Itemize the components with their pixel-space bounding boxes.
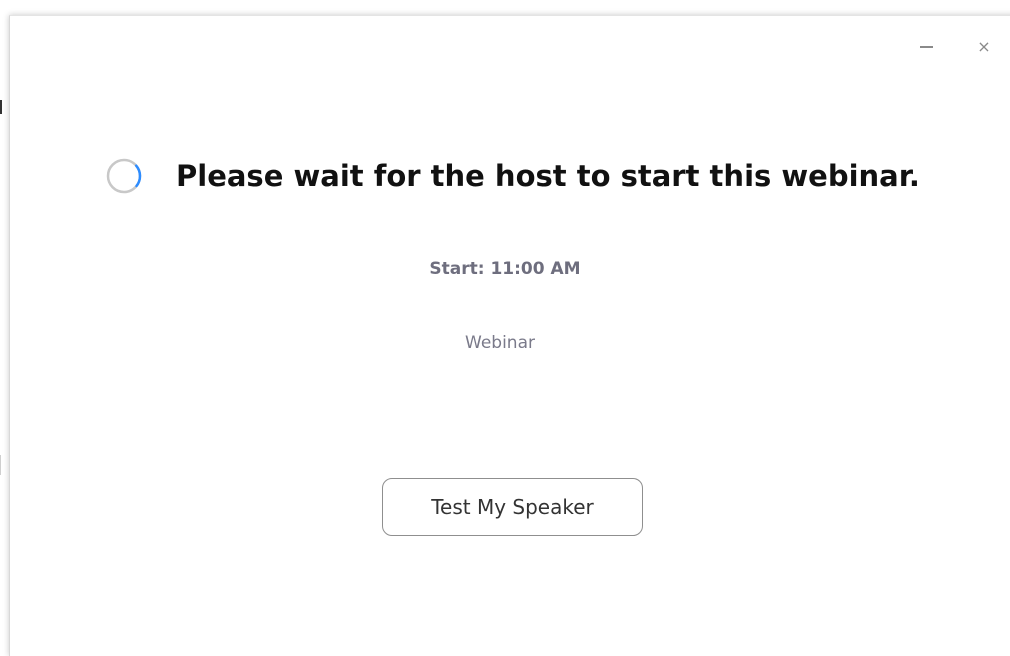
- waiting-heading: Please wait for the host to start this w…: [176, 159, 920, 193]
- waiting-message-row: Please wait for the host to start this w…: [106, 158, 920, 194]
- minimize-button[interactable]: [915, 36, 937, 58]
- close-icon: ×: [977, 37, 991, 56]
- background-edge-mark: [0, 100, 2, 114]
- minimize-icon: [919, 46, 933, 48]
- webinar-title: Webinar: [465, 333, 535, 353]
- close-button[interactable]: ×: [973, 36, 995, 58]
- loading-spinner-icon: [106, 158, 142, 194]
- background-edge-mark: [0, 455, 1, 475]
- test-speaker-button[interactable]: Test My Speaker: [382, 478, 643, 536]
- start-time-label: Start: 11:00 AM: [429, 259, 581, 279]
